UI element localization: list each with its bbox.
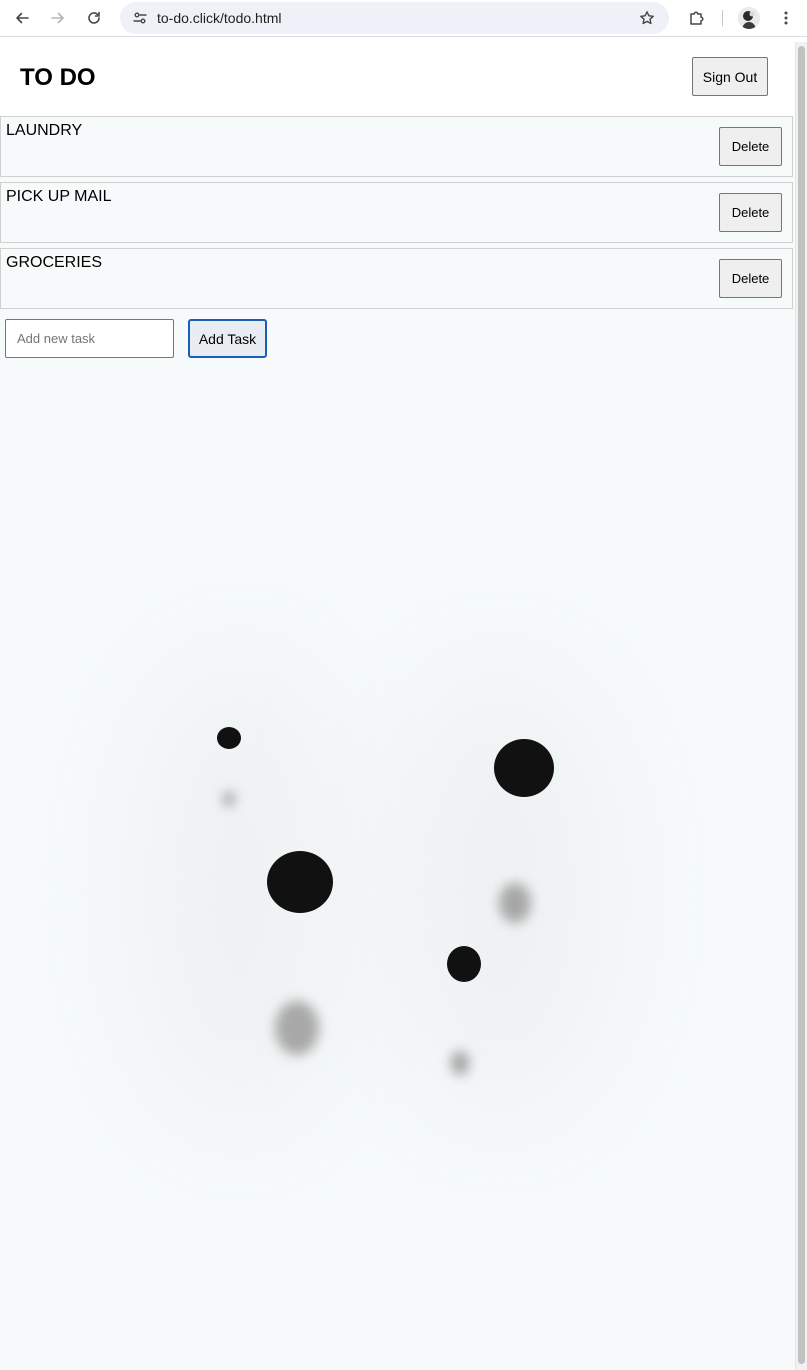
task-text: LAUNDRY [6, 122, 83, 139]
url-text[interactable]: to-do.click/todo.html [157, 10, 282, 26]
avatar[interactable] [738, 7, 760, 29]
shadow-shape [451, 1051, 469, 1075]
delete-task-button[interactable]: Delete [719, 259, 782, 298]
add-task-button[interactable]: Add Task [188, 319, 267, 358]
toolbar-divider [722, 10, 723, 26]
task-text: GROCERIES [6, 254, 103, 271]
profile-picture [738, 7, 760, 29]
new-task-input[interactable] [5, 319, 174, 358]
delete-task-button[interactable]: Delete [719, 193, 782, 232]
vertical-scrollbar[interactable] [795, 42, 807, 1370]
shadow-shape [223, 792, 235, 806]
dark-oval [267, 851, 333, 913]
bookmark-button[interactable] [635, 6, 659, 30]
task-item: GROCERIES Delete [0, 248, 793, 309]
reload-icon [88, 11, 100, 24]
browser-toolbar: to-do.click/todo.html [0, 0, 807, 37]
arrow-right-icon [51, 12, 64, 24]
extensions-button[interactable] [683, 4, 711, 32]
task-text: PICK UP MAIL [6, 188, 112, 205]
task-item: LAUNDRY Delete [0, 116, 793, 177]
scrollbar-thumb[interactable] [798, 46, 805, 1364]
shadow-shape [275, 1001, 319, 1055]
page-viewport: TO DO Sign Out LAUNDRY Delete PICK UP MA… [0, 42, 795, 1370]
dark-oval [217, 727, 241, 749]
sign-out-button[interactable]: Sign Out [692, 57, 768, 96]
shadow-shape [499, 883, 531, 923]
back-button[interactable] [8, 4, 36, 32]
address-bar[interactable]: to-do.click/todo.html [120, 2, 669, 34]
haze-shape [380, 662, 620, 1122]
tune-icon [133, 12, 147, 24]
app-header: TO DO Sign Out [0, 42, 795, 116]
background-illustration [130, 652, 620, 1132]
forward-button[interactable] [44, 4, 72, 32]
arrow-left-icon [16, 12, 29, 24]
star-icon [640, 11, 654, 25]
site-info-button[interactable] [128, 6, 152, 30]
delete-task-button[interactable]: Delete [719, 127, 782, 166]
page-title: TO DO [20, 64, 96, 91]
puzzle-icon [690, 11, 704, 25]
dark-oval [494, 739, 554, 797]
reload-button[interactable] [80, 4, 108, 32]
chrome-menu-button[interactable] [772, 4, 800, 32]
kebab-menu-icon [784, 11, 788, 25]
task-item: PICK UP MAIL Delete [0, 182, 793, 243]
dark-oval [447, 946, 481, 982]
